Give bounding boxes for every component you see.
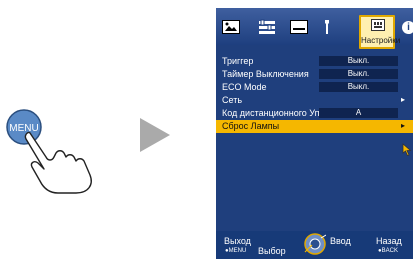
osd-tab-bar: Настройки i (216, 8, 413, 49)
osd-menu-list: Триггер Выкл. Таймер Выключения Выкл. EC… (216, 55, 413, 133)
hand-pressing-menu-illustration: MENU (6, 109, 92, 194)
install-icon[interactable] (316, 17, 338, 37)
hand-icon (24, 131, 92, 194)
menu-item-trigger[interactable]: Триггер Выкл. (216, 55, 413, 68)
tab-settings[interactable]: Настройки (359, 15, 401, 49)
back-sub-label: ●BACK (378, 248, 398, 254)
cursor-icon (402, 143, 412, 156)
menu-item-off-timer[interactable]: Таймер Выключения Выкл. (216, 68, 413, 81)
menu-item-value: Выкл. (319, 69, 398, 79)
arrow-right-icon (140, 118, 170, 152)
jog-wheel-icon (304, 233, 326, 255)
menu-item-label: Таймер Выключения (222, 69, 309, 79)
exit-label: Выход (224, 236, 251, 246)
exit-sub-label: ●MENU (225, 248, 247, 254)
menu-item-lamp-reset[interactable]: Сброс Лампы ▸ (216, 120, 413, 133)
picture-icon[interactable] (220, 17, 242, 37)
menu-item-label: Триггер (222, 56, 254, 66)
adjust-icon[interactable] (256, 17, 278, 37)
menu-item-remote-code[interactable]: Код дистанционного Упр. A (216, 107, 413, 120)
menu-item-label: ECO Mode (222, 82, 267, 92)
menu-item-value: Выкл. (319, 82, 398, 92)
chevron-right-icon: ▸ (401, 95, 406, 104)
menu-item-label: Сброс Лампы (222, 121, 280, 131)
menu-item-network[interactable]: Сеть ▸ (216, 94, 413, 107)
menu-button-label: MENU (9, 123, 38, 134)
enter-label: Ввод (330, 236, 351, 246)
osd-menu-panel: Настройки i Триггер Выкл. Таймер Выключе… (216, 8, 413, 259)
menu-item-label: Код дистанционного Упр. (222, 108, 327, 118)
tab-settings-label: Настройки (361, 36, 401, 45)
menu-item-value: A (319, 108, 398, 118)
menu-item-label: Сеть (222, 95, 243, 105)
back-label: Назад (376, 236, 402, 246)
info-icon[interactable]: i (402, 21, 413, 34)
select-label: Выбор (258, 246, 286, 256)
menu-item-eco-mode[interactable]: ECO Mode Выкл. (216, 81, 413, 94)
menu-item-value: Выкл. (319, 56, 398, 66)
display-icon[interactable] (288, 17, 310, 37)
settings-icon (371, 19, 385, 31)
chevron-right-icon: ▸ (401, 121, 406, 130)
